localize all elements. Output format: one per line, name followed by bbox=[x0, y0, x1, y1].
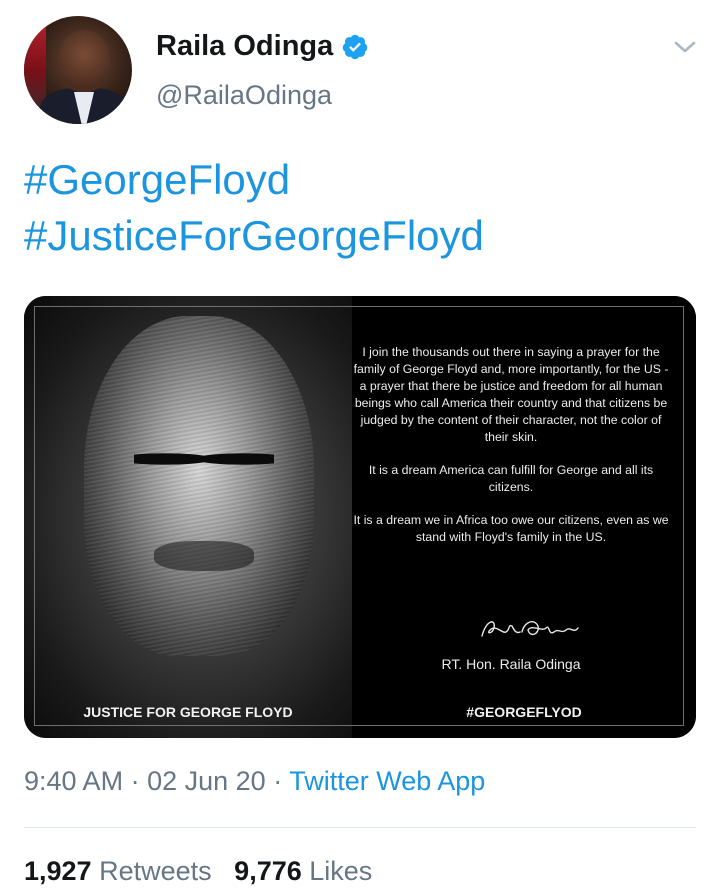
avatar-face bbox=[58, 30, 110, 92]
divider bbox=[24, 827, 696, 828]
meta-separator: · bbox=[273, 766, 290, 796]
hashtag-link[interactable]: #GeorgeFloyd bbox=[24, 152, 484, 208]
quote-paragraph: It is a dream we in Africa too owe our c… bbox=[353, 513, 669, 544]
quote-text: I join the thousands out there in saying… bbox=[352, 344, 670, 562]
author-handle[interactable]: @RailaOdinga bbox=[156, 80, 332, 111]
tweet-date[interactable]: 02 Jun 20 bbox=[147, 766, 266, 796]
image-caption-left: JUSTICE FOR GEORGE FLOYD bbox=[83, 704, 293, 720]
signature-name: RT. Hon. Raila Odinga bbox=[441, 656, 581, 672]
hashtag-link[interactable]: #JusticeForGeorgeFloyd bbox=[24, 208, 484, 264]
author-name-row[interactable]: Raila Odinga bbox=[156, 30, 369, 63]
retweets-stat[interactable]: 1,927 Retweets bbox=[24, 856, 212, 886]
author-avatar[interactable] bbox=[24, 16, 132, 124]
quote-paragraph: It is a dream America can fulfill for Ge… bbox=[368, 463, 654, 494]
likes-label: Likes bbox=[309, 856, 373, 886]
tweet-time[interactable]: 9:40 AM bbox=[24, 766, 123, 796]
likes-stat[interactable]: 9,776 Likes bbox=[234, 856, 372, 886]
retweets-count: 1,927 bbox=[24, 856, 92, 886]
quote-paragraph: I join the thousands out there in saying… bbox=[353, 345, 669, 444]
verified-badge-icon bbox=[343, 34, 368, 59]
retweets-label: Retweets bbox=[99, 856, 212, 886]
tweet-meta: 9:40 AM · 02 Jun 20 · Twitter Web App bbox=[24, 766, 485, 797]
tweet-text: #GeorgeFloyd #JusticeForGeorgeFloyd bbox=[24, 152, 484, 264]
chevron-down-icon[interactable] bbox=[672, 36, 698, 58]
tweet-stats: 1,927 Retweets 9,776 Likes bbox=[24, 856, 372, 887]
author-name[interactable]: Raila Odinga bbox=[156, 30, 333, 63]
image-caption-right: #GEORGEFLYOD bbox=[466, 704, 582, 720]
likes-count: 9,776 bbox=[234, 856, 302, 886]
handwritten-signature bbox=[481, 621, 579, 637]
meta-separator: · bbox=[130, 766, 148, 796]
tweet-source[interactable]: Twitter Web App bbox=[289, 766, 485, 796]
